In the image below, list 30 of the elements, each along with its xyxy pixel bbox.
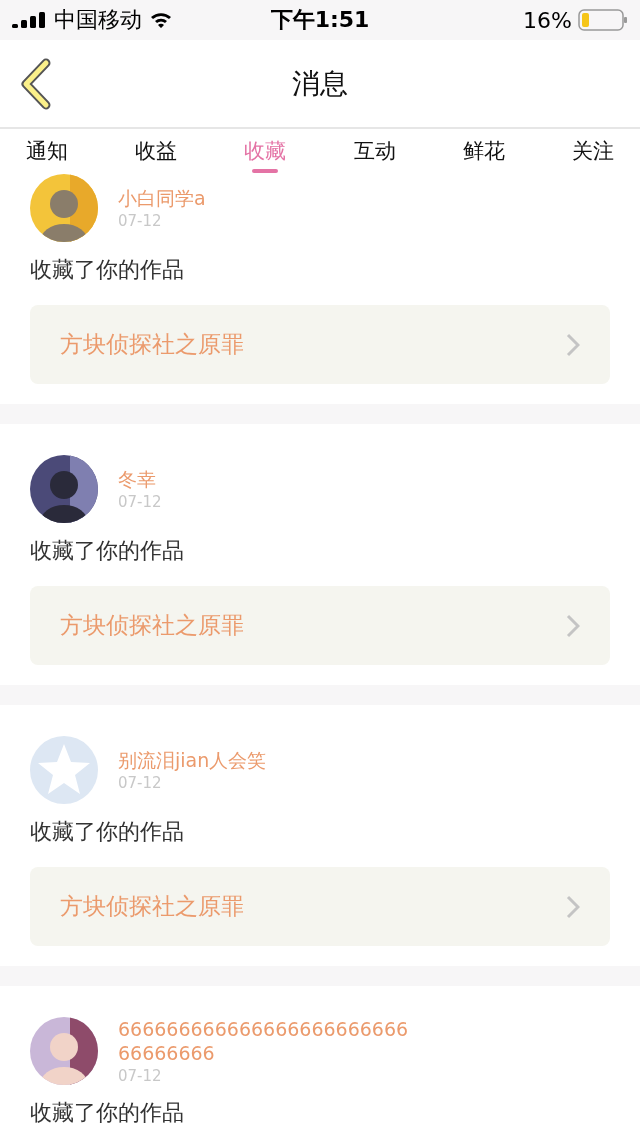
work-title: 方块侦探社之原罪 — [60, 330, 244, 359]
battery-percent: 16% — [523, 7, 572, 33]
user-name[interactable]: 冬幸 — [118, 467, 162, 491]
tab[interactable]: 互动 — [353, 129, 396, 173]
tab[interactable]: 收藏 — [244, 129, 287, 173]
tab[interactable]: 通知 — [26, 129, 68, 173]
chevron-right-icon — [566, 332, 580, 357]
chevron-right-icon — [566, 613, 580, 638]
battery-icon — [578, 9, 628, 31]
tab[interactable]: 收益 — [135, 129, 178, 173]
work-title: 方块侦探社之原罪 — [60, 611, 244, 640]
work-link[interactable]: 方块侦探社之原罪 — [30, 586, 610, 665]
work-link[interactable]: 方块侦探社之原罪 — [30, 867, 610, 946]
tab[interactable]: 鲜花 — [462, 129, 505, 173]
work-link[interactable]: 方块侦探社之原罪 — [30, 305, 610, 384]
tab[interactable]: 关注 — [571, 129, 614, 173]
chevron-right-icon — [566, 894, 580, 919]
status-time: 下午1:51 — [270, 6, 370, 34]
page-title: 消息 — [292, 65, 348, 102]
user-name[interactable]: 小白同学a — [118, 186, 206, 210]
work-title: 方块侦探社之原罪 — [60, 892, 244, 921]
user-name[interactable]: 66666666666666666666666666666666 — [118, 1017, 418, 1065]
message-text: 收藏了你的作品 — [30, 256, 185, 284]
message-text: 收藏了你的作品 — [30, 537, 185, 565]
message-text: 收藏了你的作品 — [30, 1099, 185, 1127]
wifi-icon — [150, 12, 172, 28]
carrier-name: 中国移动 — [54, 6, 142, 34]
message-text: 收藏了你的作品 — [30, 818, 185, 846]
user-name[interactable]: 别流泪jian人会笑 — [118, 748, 267, 772]
signal-icon — [12, 12, 46, 28]
